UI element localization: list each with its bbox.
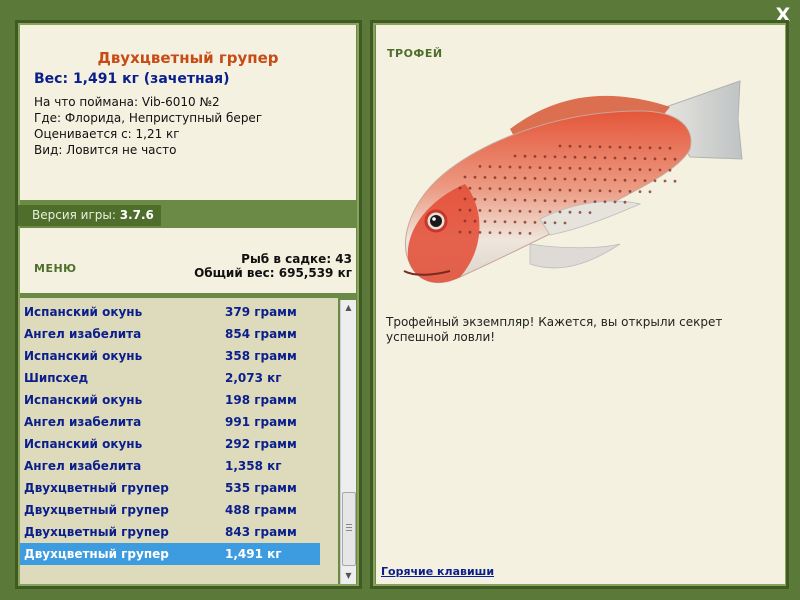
catch-list-item[interactable]: Ангел изабелита 854 грамм xyxy=(20,323,320,345)
catch-list-item[interactable]: Двухцветный групер 488 грамм xyxy=(20,499,320,521)
catch-list-item[interactable]: Ангел изабелита 1,358 кг xyxy=(20,455,320,477)
list-scrollbar[interactable]: ▲ ▼ xyxy=(340,300,356,584)
catch-fish-weight: 1,491 кг xyxy=(225,547,282,561)
catch-fish-weight: 854 грамм xyxy=(225,327,297,341)
catch-list-item[interactable]: Двухцветный групер 1,491 кг xyxy=(20,543,320,565)
catch-list-item[interactable]: Испанский окунь 379 грамм xyxy=(20,301,320,323)
total-weight: Общий вес: 695,539 кг xyxy=(194,266,352,280)
fish-info-card: Двухцветный групер Вес: 1,491 кг (зачетн… xyxy=(20,25,356,200)
catch-list-item[interactable]: Ангел изабелита 991 грамм xyxy=(20,411,320,433)
catch-list-item[interactable]: Двухцветный групер 535 грамм xyxy=(20,477,320,499)
catch-fish-name: Испанский окунь xyxy=(24,393,143,407)
rating-info: Оценивается с: 1,21 кг xyxy=(34,127,180,141)
scroll-down-icon[interactable]: ▼ xyxy=(341,568,356,584)
keepnet-count: Рыб в садке: 43 xyxy=(241,252,352,266)
trophy-description: Трофейный экземпляр! Кажется, вы открыли… xyxy=(386,315,723,344)
catch-fish-weight: 2,073 кг xyxy=(225,371,282,385)
catch-fish-name: Шипсхед xyxy=(24,371,89,385)
catch-fish-name: Ангел изабелита xyxy=(24,327,142,341)
scroll-up-icon[interactable]: ▲ xyxy=(341,300,356,316)
catch-fish-weight: 843 грамм xyxy=(225,525,297,539)
catch-fish-name: Двухцветный групер xyxy=(24,547,169,561)
catch-fish-name: Испанский окунь xyxy=(24,437,143,451)
catch-fish-weight: 991 грамм xyxy=(225,415,297,429)
version-number: 3.7.6 xyxy=(119,208,154,222)
location-info: Где: Флорида, Неприступный берег xyxy=(34,111,263,125)
catch-fish-name: Двухцветный групер xyxy=(24,525,169,539)
hotkeys-link[interactable]: Горячие клавиши xyxy=(381,565,494,578)
catch-fish-weight: 379 грамм xyxy=(225,305,297,319)
species-frequency-info: Вид: Ловится не часто xyxy=(34,143,177,157)
catch-list-item[interactable]: Испанский окунь 358 грамм xyxy=(20,345,320,367)
bait-info: На что поймана: Vib-6010 №2 xyxy=(34,95,220,109)
catch-fish-name: Двухцветный групер xyxy=(24,503,169,517)
version-label: Версия игры: xyxy=(32,208,116,222)
catch-list-item[interactable]: Испанский окунь 292 грамм xyxy=(20,433,320,455)
catch-list[interactable]: Испанский окунь 379 грамм Ангел изабелита 8… xyxy=(20,298,338,584)
catch-fish-name: Ангел изабелита xyxy=(24,459,142,473)
fish-illustration xyxy=(403,80,743,284)
catch-list-item[interactable]: Шипсхед 2,073 кг xyxy=(20,367,320,389)
catch-fish-weight: 292 грамм xyxy=(225,437,297,451)
game-version: Версия игры: 3.7.6 xyxy=(18,205,161,226)
fish-weight: Вес: 1,491 кг (зачетная) xyxy=(34,71,230,87)
catch-fish-name: Ангел изабелита xyxy=(24,415,142,429)
catch-fish-weight: 198 грамм xyxy=(225,393,297,407)
catch-fish-name: Испанский окунь xyxy=(24,349,143,363)
divider xyxy=(20,294,356,296)
catch-fish-name: Двухцветный групер xyxy=(24,481,169,495)
menu-button[interactable]: МЕНЮ xyxy=(34,262,77,275)
catch-fish-weight: 358 грамм xyxy=(225,349,297,363)
catch-fish-name: Испанский окунь xyxy=(24,305,143,319)
catch-list-item[interactable]: Испанский окунь 198 грамм xyxy=(20,389,320,411)
menu-area: МЕНЮ Рыб в садке: 43 Общий вес: 695,539 … xyxy=(20,228,356,293)
catch-list-item[interactable]: Двухцветный групер 843 грамм xyxy=(20,521,320,543)
catch-fish-weight: 535 грамм xyxy=(225,481,297,495)
catch-fish-weight: 488 грамм xyxy=(225,503,297,517)
trophy-view: ТРОФЕЙ Трофейный экземпляр! Кажется, вы … xyxy=(376,25,785,584)
catch-fish-weight: 1,358 кг xyxy=(225,459,282,473)
fish-name: Двухцветный групер xyxy=(97,49,279,67)
scroll-thumb[interactable] xyxy=(342,492,356,566)
